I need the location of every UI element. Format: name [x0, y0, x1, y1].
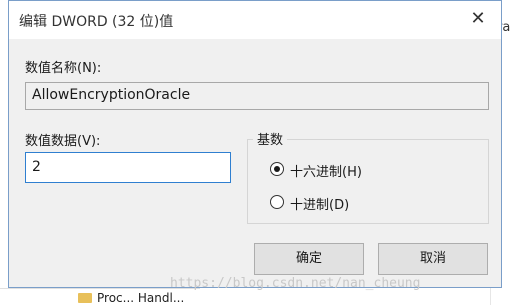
watermark-text: https://blog.csdn.net/nan_cheung — [170, 276, 421, 291]
close-icon[interactable]: ✕ — [455, 1, 501, 39]
edit-dword-dialog: 编辑 DWORD (32 位)值 ✕ 数值名称(N): AllowEncrypt… — [8, 0, 502, 288]
value-name-label: 数值名称(N): — [25, 61, 102, 76]
folder-icon — [78, 293, 92, 303]
decimal-radio-button[interactable] — [270, 195, 284, 209]
hex-radio-button[interactable] — [270, 162, 284, 176]
base-group-label: 基数 — [253, 129, 288, 148]
value-data-label: 数值数据(V): — [25, 134, 101, 149]
title-bar[interactable]: 编辑 DWORD (32 位)值 ✕ — [9, 1, 501, 39]
ok-button[interactable]: 确定 — [254, 243, 364, 275]
background-tree-text: Proc... Handl... — [97, 291, 185, 305]
value-name-field: AllowEncryptionOracle — [25, 82, 489, 110]
base-group-box — [247, 139, 489, 224]
dialog-title: 编辑 DWORD (32 位)值 — [19, 14, 174, 30]
hex-radio-label[interactable]: 十六进制(H) — [290, 161, 362, 180]
cancel-button[interactable]: 取消 — [378, 243, 488, 275]
decimal-radio-label[interactable]: 十进制(D) — [290, 194, 349, 213]
value-data-input[interactable]: 2 — [25, 152, 231, 183]
